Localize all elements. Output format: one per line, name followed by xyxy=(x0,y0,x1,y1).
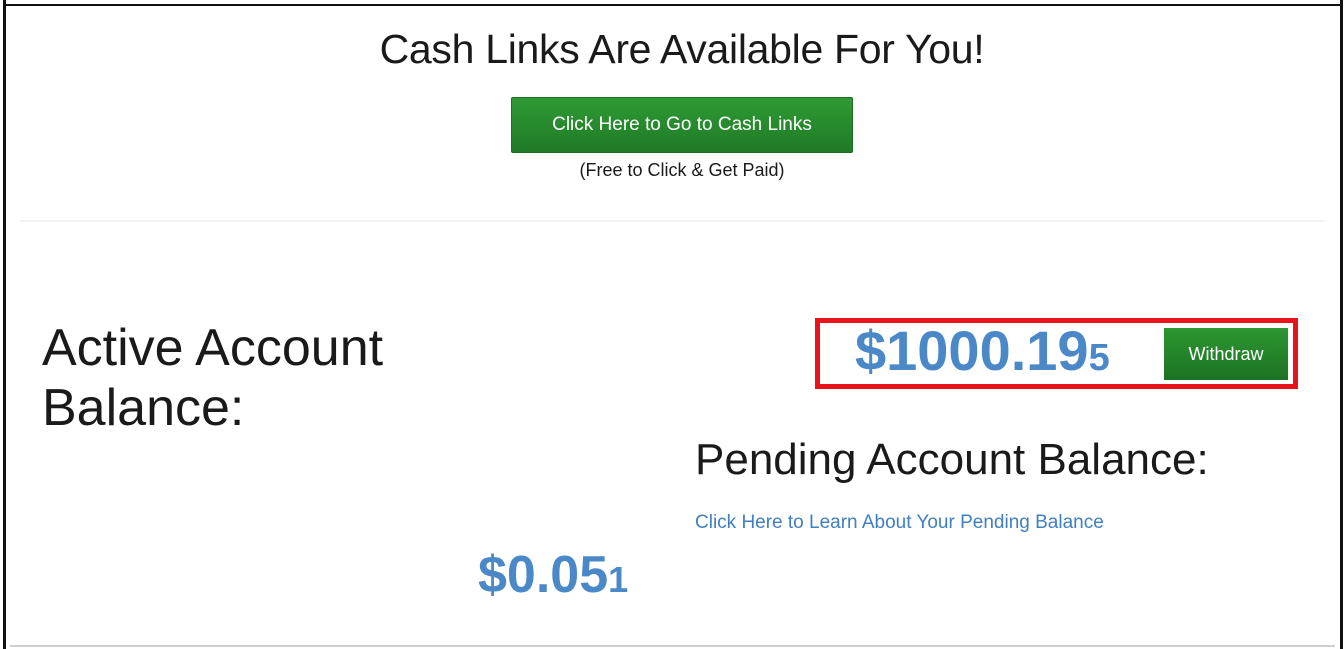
active-balance-amount-main: $0.05 xyxy=(478,546,609,604)
active-balance-label: Active Account Balance: xyxy=(42,319,384,437)
bottom-divider xyxy=(10,645,1335,647)
active-balance-amount-extra-digit: 1 xyxy=(608,559,629,600)
pending-balance-info-link[interactable]: Click Here to Learn About Your Pending B… xyxy=(695,512,1104,534)
page-title: Cash Links Are Available For You! xyxy=(379,26,985,72)
withdraw-button[interactable]: Withdraw xyxy=(1164,328,1288,380)
cash-links-note: (Free to Click & Get Paid) xyxy=(579,160,785,180)
frame-border-top xyxy=(3,4,1343,6)
frame-border-right xyxy=(1340,0,1343,649)
pending-balance-label: Pending Account Balance: xyxy=(695,435,1209,484)
page-frame: Cash Links Are Available For You! Click … xyxy=(0,0,1344,649)
section-divider xyxy=(20,220,1325,222)
frame-border-left xyxy=(3,0,6,649)
active-balance-amount: $0.051 xyxy=(478,545,628,605)
pending-balance-amount-extra-digit: 5 xyxy=(1088,337,1110,379)
cash-links-button[interactable]: Click Here to Go to Cash Links xyxy=(511,97,853,153)
pending-balance-amount-main: $1000.19 xyxy=(855,319,1089,382)
pending-balance-amount: $1000.195 xyxy=(855,318,1110,383)
